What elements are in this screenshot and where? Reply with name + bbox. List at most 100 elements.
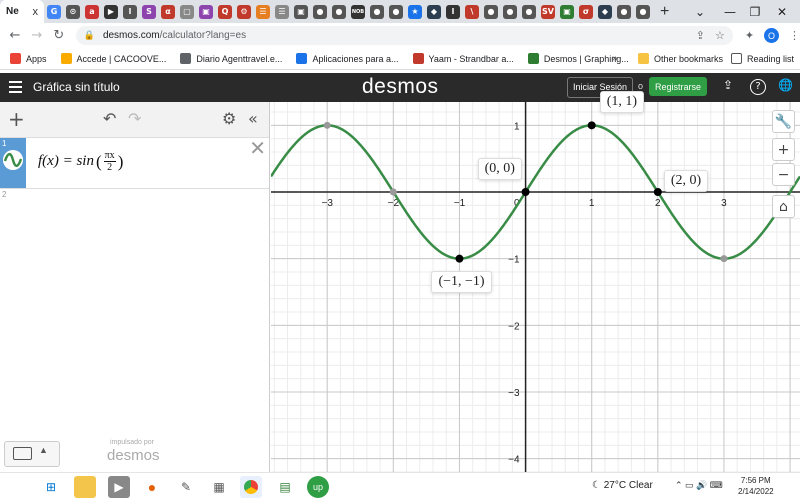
tab-favicon[interactable]: ●	[332, 4, 346, 19]
tab-favicon[interactable]: ●	[370, 4, 384, 19]
tab-favicon[interactable]: SV	[541, 4, 555, 19]
bookmark-item[interactable]: Apps	[10, 53, 47, 64]
tab-title: Ne	[6, 6, 19, 17]
calculator-icon[interactable]: ▦	[208, 476, 230, 498]
clock-time: 7:56 PM	[740, 476, 771, 485]
tab-favicon[interactable]: G	[47, 4, 61, 19]
bookmark-item[interactable]: Yaam - Strandbar a...	[412, 53, 514, 64]
graph-settings-wrench-icon[interactable]: 🔧	[772, 110, 795, 133]
graph-canvas-container[interactable]: −3−2−112341−1−2−3−40 (−1, −1) (0, 0) (1, 1…	[269, 91, 800, 477]
file-explorer-icon[interactable]	[74, 476, 96, 498]
zoom-out-button[interactable]: −	[772, 163, 795, 186]
tab-favicon[interactable]: ☰	[275, 4, 289, 19]
labeled-point	[653, 188, 662, 196]
bookmark-item[interactable]: Aplicaciones para a...	[296, 53, 399, 64]
language-globe-icon[interactable]: 🌐	[778, 78, 793, 92]
hamburger-menu-icon[interactable]	[9, 81, 22, 93]
firefox-icon[interactable]: ●	[141, 476, 163, 498]
reading-list[interactable]: Reading list	[731, 53, 794, 64]
windows-start-icon[interactable]: ⊞	[40, 476, 62, 498]
settings-gear-icon[interactable]: ⚙	[222, 109, 236, 128]
profile-avatar[interactable]: O	[764, 28, 780, 43]
tab-favicon[interactable]: S	[142, 4, 156, 19]
paint-icon[interactable]: ✎	[175, 476, 197, 498]
bookmark-label: Accede | CACOOVE...	[76, 53, 167, 64]
bookmark-icon	[527, 53, 539, 64]
menu-kebab-icon[interactable]: ⋮	[789, 29, 800, 42]
tab-favicon[interactable]: ●	[484, 4, 498, 19]
clock[interactable]: 7:56 PM 2/14/2022	[738, 475, 774, 497]
zoom-in-button[interactable]: +	[772, 138, 795, 161]
add-item-icon[interactable]: +	[8, 107, 25, 131]
other-bookmarks[interactable]: Other bookmarks	[638, 53, 723, 64]
expression-index-tab[interactable]: 1	[0, 138, 26, 188]
address-bar-row: ← → ↻ 🔒 desmos.com/calculator?lang=es ⇪ …	[0, 23, 800, 48]
tab-favicon[interactable]: σ	[579, 4, 593, 19]
bookmark-star-icon[interactable]: ☆	[715, 29, 725, 42]
tab-favicon[interactable]: ▣	[560, 4, 574, 19]
tab-favicon[interactable]: ⊙	[66, 4, 80, 19]
tab-favicon[interactable]: ●	[503, 4, 517, 19]
upwork-icon[interactable]: up	[307, 476, 329, 498]
share-icon[interactable]: ⇪	[696, 29, 705, 42]
tab-favicon[interactable]: ●	[617, 4, 631, 19]
tab-favicon[interactable]: ▣	[199, 4, 213, 19]
reload-icon[interactable]: ↻	[48, 28, 70, 43]
new-tab-button[interactable]: +	[660, 3, 669, 21]
sheets-icon[interactable]: ▤	[274, 476, 296, 498]
tab-favicon[interactable]: a	[85, 4, 99, 19]
tab-desmos[interactable]: Ne x	[0, 0, 44, 23]
redo-icon[interactable]: ↷	[128, 109, 141, 128]
chrome-icon[interactable]	[240, 476, 262, 498]
tab-favicon[interactable]: α	[161, 4, 175, 19]
tab-close-icon[interactable]: x	[33, 6, 39, 18]
tab-favicon[interactable]: ●	[389, 4, 403, 19]
tab-favicon[interactable]: ●	[313, 4, 327, 19]
point-coordinate-label[interactable]: (−1, −1)	[431, 270, 492, 293]
share-graph-icon[interactable]: ⇪	[723, 78, 733, 92]
help-icon[interactable]: ?	[750, 79, 766, 95]
tab-favicon[interactable]: ⚙	[237, 4, 251, 19]
tab-favicon[interactable]: ☰	[256, 4, 270, 19]
curve-color-icon[interactable]	[3, 150, 23, 170]
forward-arrow-icon[interactable]: →	[26, 28, 48, 43]
tab-favicon[interactable]: ★	[408, 4, 422, 19]
bookmarks-overflow[interactable]: »	[612, 53, 618, 64]
media-player-icon[interactable]: ▶	[108, 476, 130, 498]
delete-expression-icon[interactable]: ✕	[249, 136, 266, 160]
tab-favicon[interactable]: NOB	[351, 4, 365, 19]
back-arrow-icon[interactable]: ←	[4, 28, 26, 43]
graph-title[interactable]: Gráfica sin título	[33, 80, 120, 94]
tab-favicon[interactable]: l	[446, 4, 460, 19]
close-window-button[interactable]: ✕	[762, 0, 800, 23]
expression-formula[interactable]: f(x) = sin ( πx 2 )	[38, 150, 123, 173]
tab-favicon[interactable]: ◆	[598, 4, 612, 19]
tab-favicon[interactable]: ◆	[427, 4, 441, 19]
expression-row[interactable]: 1 f(x) = sin ( πx 2 ) ✕	[0, 136, 269, 189]
home-zoom-button[interactable]: ⌂	[772, 195, 795, 218]
undo-icon[interactable]: ↶	[103, 109, 116, 128]
reading-list-icon	[731, 53, 742, 64]
collapse-panel-icon[interactable]: «	[248, 109, 258, 128]
tab-favicon[interactable]: ●	[636, 4, 650, 19]
expression-row-empty[interactable]: 2	[0, 189, 269, 217]
point-coordinate-label[interactable]: (0, 0)	[477, 158, 522, 180]
lock-icon: 🔒	[83, 30, 95, 40]
point-coordinate-label[interactable]: (1, 1)	[599, 91, 645, 114]
bookmark-item[interactable]: Accede | CACOOVE...	[60, 53, 167, 64]
tab-favicon[interactable]: ▣	[294, 4, 308, 19]
bookmark-item[interactable]: Diario Agenttravel.e...	[180, 53, 282, 64]
tab-favicon[interactable]: ●	[522, 4, 536, 19]
register-button[interactable]: Registrarse	[649, 77, 708, 96]
graph-canvas[interactable]: −3−2−112341−1−2−3−40	[269, 102, 800, 473]
point-coordinate-label[interactable]: (2, 0)	[663, 170, 709, 192]
url-field[interactable]: 🔒 desmos.com/calculator?lang=es ⇪ ☆	[75, 26, 733, 45]
system-tray-icons[interactable]: ⌃ ▭ 🔊 ⌨	[675, 480, 723, 491]
tab-favicon[interactable]: ▶	[104, 4, 118, 19]
tab-favicon[interactable]: Q	[218, 4, 232, 19]
tab-favicon[interactable]: \	[465, 4, 479, 19]
keyboard-toggle-button[interactable]: ▲	[4, 441, 60, 467]
extensions-icon[interactable]: ✦	[745, 29, 754, 42]
tab-favicon[interactable]: ▢	[180, 4, 194, 19]
tab-favicon[interactable]: l	[123, 4, 137, 19]
